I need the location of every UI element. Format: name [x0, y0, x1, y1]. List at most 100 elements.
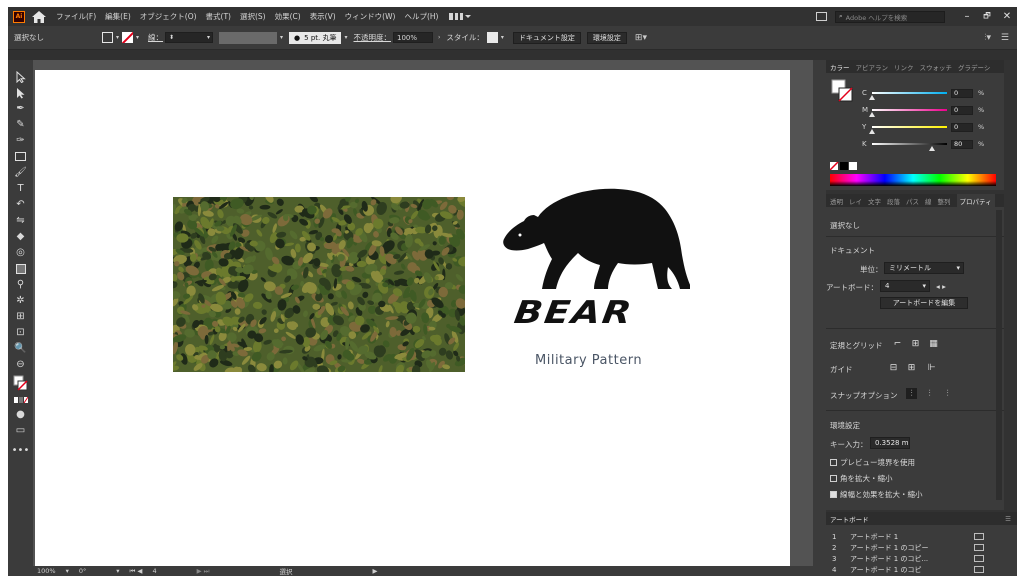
slider-thumb[interactable] — [869, 95, 875, 100]
artboard-tool-icon[interactable]: ⊡ — [13, 326, 28, 339]
anchor-tool-icon[interactable]: ✑ — [13, 134, 28, 147]
slider-thumb[interactable] — [869, 129, 875, 134]
help-search-input[interactable]: ⌕ Adobe ヘルプを検索 — [835, 10, 945, 23]
snap-to-grid-icon[interactable]: ⫶ — [924, 388, 935, 399]
menu-item[interactable]: 編集(E) — [105, 11, 131, 22]
transparency-grid-icon[interactable]: ▦ — [928, 338, 939, 349]
color-panel-tab[interactable]: カラー — [830, 62, 850, 72]
chevron-down-icon[interactable]: ▾ — [344, 34, 347, 41]
vertical-scrollbar[interactable] — [813, 60, 826, 566]
canvas-area[interactable]: BEAR Military Pattern — [33, 60, 813, 566]
minimize-button[interactable]: – — [957, 11, 977, 22]
preference-checkbox[interactable]: プレビュー境界を使用 — [830, 457, 915, 468]
color-panel-tab[interactable]: スウォッチ — [920, 62, 953, 72]
color-mode-icon[interactable] — [13, 393, 28, 406]
menu-item[interactable]: ファイル(F) — [56, 11, 96, 22]
camouflage-pattern-image[interactable] — [173, 197, 465, 372]
checkbox[interactable] — [830, 459, 837, 466]
rotation-value[interactable]: 0° — [79, 567, 86, 575]
type-tool-icon[interactable]: T — [13, 182, 28, 195]
channel-slider[interactable] — [872, 143, 947, 151]
artboard[interactable]: BEAR Military Pattern — [35, 70, 790, 566]
stroke-weight-input[interactable]: ⬍ ▾ — [165, 32, 214, 43]
chevron-right-icon[interactable]: › — [438, 34, 440, 41]
menu-item[interactable]: 書式(T) — [206, 11, 231, 22]
properties-panel-tab[interactable]: 透明 — [830, 196, 843, 206]
brush-definition-dropdown[interactable]: ● 5 pt. 丸筆 — [289, 31, 342, 44]
smart-guides-icon[interactable]: ⊩ — [926, 362, 937, 373]
artboard-dropdown[interactable]: 4 ▾ — [880, 280, 930, 292]
channel-slider[interactable] — [869, 109, 947, 117]
artboard-options-icon[interactable] — [974, 544, 984, 551]
menu-item[interactable]: ヘルプ(H) — [404, 11, 438, 22]
artboard-options-icon[interactable] — [974, 533, 984, 540]
subtitle-text[interactable]: Military Pattern — [535, 353, 642, 368]
chevron-down-icon[interactable]: ▾ — [66, 567, 69, 575]
channel-slider[interactable] — [869, 126, 947, 134]
first-artboard-icon[interactable]: ⏮ ◀ — [130, 567, 143, 576]
logo-text[interactable]: BEAR — [512, 294, 667, 331]
color-spectrum[interactable] — [830, 174, 996, 186]
artboard-options-icon[interactable] — [974, 566, 984, 573]
color-panel-tab[interactable]: グラデーシ — [958, 62, 990, 72]
channel-slider[interactable] — [869, 92, 947, 100]
checkbox[interactable] — [830, 475, 837, 482]
chevron-down-icon[interactable]: ▾ — [136, 34, 139, 41]
artboard-list-item[interactable]: 2 アートボード 1 のコピー — [826, 542, 1004, 553]
channel-value-input[interactable]: 80 — [951, 139, 973, 149]
panel-menu-icon[interactable]: ☰ — [1005, 515, 1011, 523]
workspace-switcher-icon[interactable] — [449, 12, 472, 22]
menu-item[interactable]: 選択(S) — [240, 11, 266, 22]
gradient-tool-icon[interactable] — [13, 262, 28, 275]
opacity-input[interactable]: 100% — [393, 32, 433, 43]
chevron-down-icon[interactable]: ▾ — [116, 34, 119, 41]
preferences-button[interactable]: 環境設定 — [586, 31, 627, 44]
properties-panel-tab[interactable]: 段落 — [887, 196, 900, 206]
zoom-tool-icon[interactable]: 🔍 — [13, 342, 28, 355]
rectangle-tool-icon[interactable] — [13, 150, 28, 163]
chevron-down-icon[interactable]: ▾ — [116, 567, 119, 575]
properties-panel-tab[interactable]: プロパティ — [956, 194, 995, 208]
rotate-tool-icon[interactable]: ↶ — [13, 198, 28, 211]
lock-guides-icon[interactable]: ⊞ — [906, 362, 917, 373]
artboard-number[interactable]: 4 — [152, 567, 156, 575]
channel-value-input[interactable]: 0 — [951, 122, 973, 132]
arrange-documents-icon[interactable] — [816, 12, 827, 21]
properties-panel-tab[interactable]: パス — [906, 196, 919, 206]
slider-thumb[interactable] — [869, 112, 875, 117]
selection-tool-icon[interactable] — [13, 70, 28, 83]
panel-menu-icon[interactable]: ☰ — [1001, 33, 1009, 43]
properties-panel-tab[interactable]: レイ — [849, 196, 862, 206]
snap-to-pixel-icon[interactable]: ⫶ — [942, 388, 953, 399]
home-icon[interactable] — [32, 10, 46, 23]
draw-mode-icon[interactable]: ● — [13, 408, 28, 421]
status-menu-icon[interactable]: ▶ — [373, 567, 378, 575]
direct-selection-tool-icon[interactable] — [13, 86, 28, 99]
hand-tool-icon[interactable]: ⊖ — [13, 358, 28, 371]
screen-mode-icon[interactable]: ▭ — [13, 424, 28, 437]
grid-icon[interactable]: ⊞ — [910, 338, 921, 349]
color-panel-tab[interactable]: リンク — [894, 62, 914, 72]
fill-swatch[interactable] — [102, 32, 113, 43]
variable-width-profile[interactable] — [219, 31, 278, 44]
channel-value-input[interactable]: 0 — [951, 105, 973, 115]
arrange-icon[interactable]: ⊞▾ — [635, 33, 647, 43]
document-setup-button[interactable]: ドキュメント設定 — [512, 31, 581, 44]
preference-checkbox[interactable]: 線幅と効果を拡大・縮小 — [830, 489, 923, 500]
snap-icon[interactable]: ⫶▾ — [984, 33, 991, 43]
width-tool-icon[interactable]: ⇋ — [13, 214, 28, 227]
zoom-level[interactable]: 100% — [37, 567, 56, 575]
next-artboard-icon[interactable]: ▶ ⏭ — [197, 567, 210, 576]
symbol-sprayer-tool-icon[interactable]: ✲ — [13, 294, 28, 307]
eraser-tool-icon[interactable]: ◆ — [13, 230, 28, 243]
color-panel-tab[interactable]: アピアラン — [856, 62, 889, 72]
fill-stroke-icon[interactable] — [830, 78, 856, 104]
edit-artboard-button[interactable]: アートボードを編集 — [880, 297, 968, 309]
close-button[interactable]: ✕ — [997, 11, 1017, 22]
artboard-list-item[interactable]: 3 アートボード 1 のコピ... — [826, 553, 1004, 564]
eyedropper-tool-icon[interactable]: ⚲ — [13, 278, 28, 291]
pen-tool-icon[interactable]: ✒ — [13, 102, 28, 115]
artboard-options-icon[interactable] — [974, 555, 984, 562]
restore-button[interactable]: 🗗 — [977, 10, 997, 24]
ruler-icon[interactable]: ⌐ — [892, 338, 903, 349]
